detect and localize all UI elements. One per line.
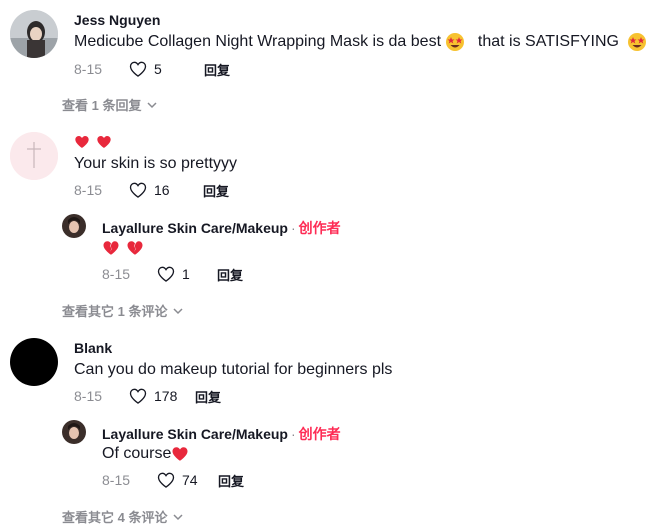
comment-meta: 8-15 5 回复 [74, 59, 230, 79]
chevron-down-icon [147, 101, 157, 108]
like-count: 178 [154, 388, 178, 404]
chevron-down-icon [173, 513, 183, 520]
avatar-photo [62, 214, 86, 238]
comment-date: 8-15 [74, 182, 103, 198]
comment-emojis [74, 132, 112, 152]
avatar-photo [10, 132, 58, 180]
avatar[interactable] [10, 10, 58, 58]
reply-button[interactable]: 回复 [217, 265, 243, 284]
view-replies-button[interactable]: 查看 1 条回复 [62, 95, 158, 114]
red-heart-emoji [172, 447, 188, 461]
reply-username: Layallure Skin Care/Makeup · 创作者 [102, 426, 341, 442]
broken-heart-emoji [127, 241, 143, 255]
reply-username: Layallure Skin Care/Makeup · 创作者 [102, 220, 341, 236]
like-button[interactable]: 74 [156, 470, 216, 490]
like-count: 1 [182, 266, 190, 282]
comment-date: 8-15 [74, 388, 103, 404]
like-count: 5 [154, 61, 162, 77]
like-button[interactable]: 178 [128, 386, 188, 406]
broken-heart-emoji [103, 241, 119, 255]
reply-avatar[interactable] [62, 214, 86, 238]
heart-outline-icon [129, 182, 147, 198]
avatar-photo [10, 10, 58, 58]
creator-badge: 创作者 [298, 426, 341, 442]
heart-outline-icon [129, 61, 147, 77]
creator-badge: 创作者 [298, 220, 341, 236]
like-button[interactable]: 5 [128, 59, 188, 79]
reply-button[interactable]: 回复 [204, 60, 230, 79]
reply-emojis [102, 238, 144, 258]
comment-text: Can you do makeup tutorial for beginners… [74, 361, 393, 378]
reply-date: 8-15 [102, 266, 131, 282]
heart-outline-icon [129, 388, 147, 404]
comment-username[interactable]: Jess Nguyen [74, 12, 160, 28]
like-count: 74 [182, 472, 198, 488]
reply-button[interactable]: 回复 [203, 181, 229, 200]
comment-meta: 8-15 178 回复 [74, 386, 221, 406]
reply-text: Of course [102, 444, 189, 464]
like-button[interactable]: 16 [128, 180, 188, 200]
view-replies-button[interactable]: 查看其它 4 条评论 [62, 507, 184, 526]
avatar[interactable] [10, 132, 58, 180]
like-button[interactable]: 1 [156, 264, 216, 284]
comment-username[interactable]: Blank [74, 340, 112, 356]
reply-date: 8-15 [102, 472, 131, 488]
reply-button[interactable]: 回复 [218, 471, 244, 490]
view-replies-button[interactable]: 查看其它 1 条评论 [62, 301, 184, 320]
comment-date: 8-15 [74, 61, 103, 77]
comment-text: Medicube Collagen Night Wrapping Mask is… [74, 32, 647, 52]
heart-outline-icon [157, 472, 175, 488]
star-eyes-emoji [446, 33, 465, 51]
avatar-photo [62, 420, 86, 444]
chevron-down-icon [173, 307, 183, 314]
reply-button[interactable]: 回复 [195, 387, 221, 406]
reply-meta: 8-15 1 回复 [102, 264, 243, 284]
comment-text: Your skin is so prettyyy [74, 155, 238, 172]
red-heart-emoji [97, 135, 112, 148]
star-eyes-emoji [628, 33, 647, 51]
red-heart-emoji [75, 135, 89, 148]
like-count: 16 [154, 182, 170, 198]
reply-avatar[interactable] [62, 420, 86, 444]
reply-meta: 8-15 74 回复 [102, 470, 244, 490]
avatar[interactable] [10, 338, 58, 386]
comment-meta: 8-15 16 回复 [74, 180, 229, 200]
heart-outline-icon [157, 266, 175, 282]
